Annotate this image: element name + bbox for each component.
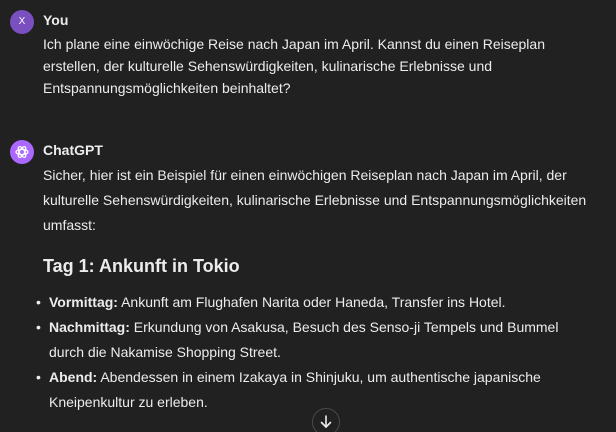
list-item-label: Abend: — [49, 369, 98, 385]
assistant-intro: Sicher, hier ist ein Beispiel für einen … — [43, 167, 587, 233]
assistant-avatar — [10, 140, 34, 164]
list-item: • Nachmittag: Erkundung von Asakusa, Besu… — [32, 315, 592, 365]
bullet: • — [36, 369, 41, 385]
assistant-author-name: ChatGPT — [43, 142, 103, 158]
list-item-label: Vormittag: — [49, 294, 118, 310]
day-heading: Tag 1: Ankunft in Tokio — [43, 256, 240, 276]
user-avatar: X — [10, 10, 34, 34]
openai-logo-icon — [15, 145, 29, 159]
list-item-label: Nachmittag: — [49, 319, 130, 335]
user-author-name: You — [43, 12, 69, 28]
list-item: • Vormittag: Ankunft am Flughafen Narita … — [32, 290, 592, 315]
itinerary-list: • Vormittag: Ankunft am Flughafen Narita … — [32, 290, 592, 415]
bullet: • — [36, 319, 41, 335]
user-message: Ich plane eine einwöchige Reise nach Jap… — [43, 36, 545, 96]
list-item-text: Abendessen in einem Izakaya in Shinjuku,… — [49, 369, 541, 410]
arrow-down-icon — [320, 415, 332, 428]
scroll-to-bottom-button[interactable] — [312, 408, 340, 432]
chat-thread: X You Ich plane eine einwöchige Reise na… — [0, 0, 616, 432]
list-item-text: Ankunft am Flughafen Narita oder Haneda,… — [117, 294, 506, 310]
bullet: • — [36, 294, 41, 310]
list-item: • Abend: Abendessen in einem Izakaya in S… — [32, 365, 592, 415]
